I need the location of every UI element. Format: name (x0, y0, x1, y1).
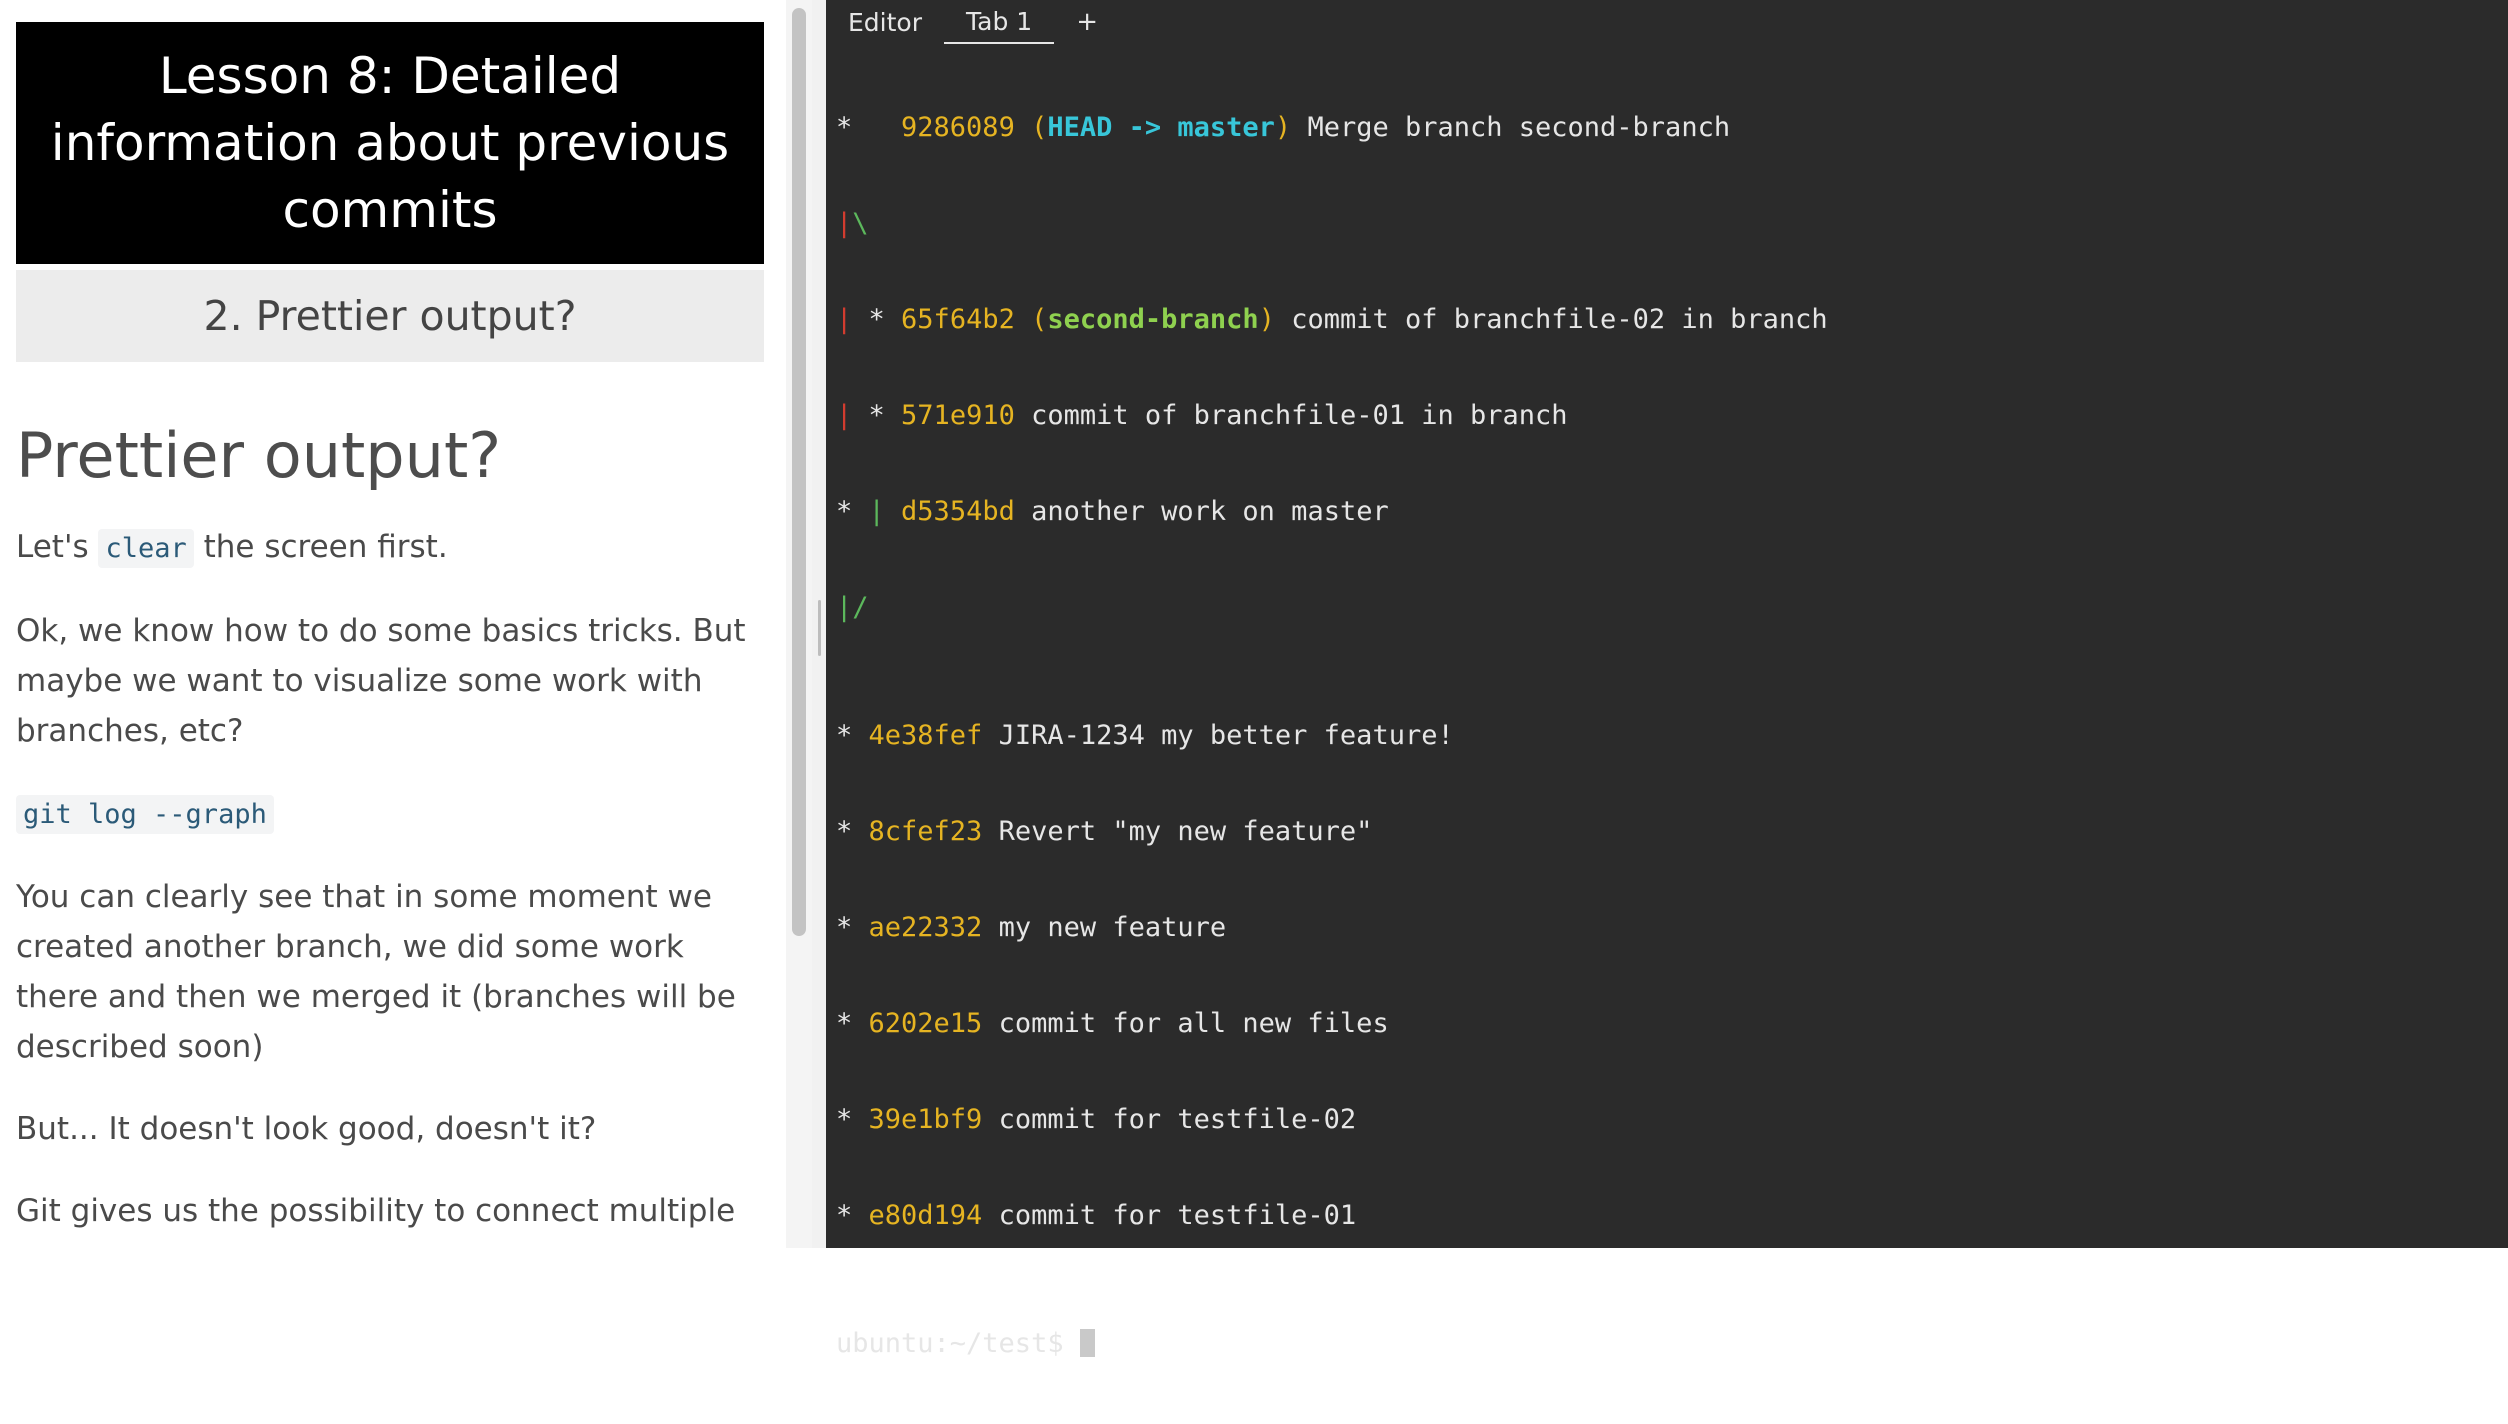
add-tab-button[interactable]: + (1054, 6, 1120, 44)
inline-code-clear[interactable]: clear (98, 529, 194, 568)
head-ref: HEAD -> master (1047, 112, 1275, 143)
graph-symbol: * (836, 912, 869, 943)
graph-symbol: * (836, 1200, 869, 1231)
lesson-content: Prettier output? Let's clear the screen … (16, 410, 768, 1248)
tab-terminal-1[interactable]: Tab 1 (944, 6, 1055, 44)
terminal-line: |/ (836, 592, 2498, 624)
commit-message: commit of branchfile-02 in branch (1274, 304, 1828, 335)
code-git-log-graph[interactable]: git log --graph (16, 795, 274, 834)
ref-close-paren: ) (1274, 112, 1292, 143)
commit-message: another work on master (1014, 496, 1389, 527)
graph-symbol: * (836, 1008, 869, 1039)
commit-message: my new feature (982, 912, 1227, 943)
commit-message: commit for testfile-02 (982, 1104, 1357, 1135)
graph-symbol: * (836, 816, 869, 847)
tab-editor[interactable]: Editor (826, 6, 944, 44)
graph-symbol: * (836, 496, 869, 527)
terminal-line: * | d5354bd another work on master (836, 496, 2498, 528)
lesson-scrollbar-thumb[interactable] (792, 8, 806, 936)
terminal-output[interactable]: * 9286089 (HEAD -> master) Merge branch … (836, 48, 2498, 1359)
graph-symbol: * (852, 400, 902, 431)
ref-close-paren: ) (1258, 304, 1275, 335)
commit-hash: ae22332 (868, 912, 983, 943)
branch-ref: second-branch (1047, 304, 1259, 335)
commit-hash: 6202e15 (868, 1008, 983, 1039)
ref-open-paren: ( (1014, 304, 1048, 335)
terminal-line: | * 571e910 commit of branchfile-01 in b… (836, 400, 2498, 432)
commit-message: JIRA-1234 my better feature! (982, 720, 1454, 751)
content-heading: Prettier output? (16, 419, 502, 492)
graph-space (885, 496, 901, 527)
terminal-line: * 6202e15 commit for all new files (836, 1008, 2498, 1040)
terminal-line: * e80d194 commit for testfile-01 (836, 1200, 2498, 1232)
code-block: git log --graph (16, 788, 768, 840)
divider-grip-icon[interactable] (818, 600, 821, 656)
paragraph-looks: But... It doesn't look good, doesn't it? (16, 1111, 597, 1147)
paragraph-visualize: Ok, we know how to do some basics tricks… (16, 613, 746, 749)
graph-symbol: | (836, 400, 853, 431)
terminal-line: |\ (836, 208, 2498, 240)
paragraph-clear-before: Let's (16, 529, 99, 565)
graph-symbol: | (836, 208, 853, 239)
terminal-line: * 9286089 (HEAD -> master) Merge branch … (836, 112, 2498, 144)
graph-symbol: * (836, 112, 902, 143)
commit-message: commit for testfile-01 (982, 1200, 1357, 1231)
commit-hash: 571e910 (901, 400, 1015, 431)
paragraph-git-gives: Git gives us the possibility to connect … (16, 1193, 736, 1229)
terminal-line: * 8cfef23 Revert "my new feature" (836, 816, 2498, 848)
cursor-icon (1079, 1329, 1095, 1357)
terminal-line: * 4e38fef JIRA-1234 my better feature! (836, 720, 2498, 752)
tab-bar: Editor Tab 1 + (826, 0, 2508, 44)
graph-symbol: \ (852, 208, 869, 239)
commit-message: commit of branchfile-01 in branch (1014, 400, 1568, 431)
commit-message: Revert "my new feature" (982, 816, 1373, 847)
commit-hash: 8cfef23 (868, 816, 983, 847)
commit-hash: d5354bd (901, 496, 1015, 527)
ref-open-paren: ( (1014, 112, 1048, 143)
terminal-area: Editor Tab 1 + * 9286089 (HEAD -> master… (826, 0, 2508, 1359)
commit-hash: e80d194 (868, 1200, 983, 1231)
commit-message: commit for all new files (982, 1008, 1389, 1039)
lesson-title: Lesson 8: Detailed information about pre… (16, 22, 764, 264)
commit-hash: 65f64b2 (901, 304, 1015, 335)
commit-hash: 39e1bf9 (868, 1104, 983, 1135)
graph-symbol: * (836, 1104, 869, 1135)
graph-symbol: | (836, 304, 853, 335)
step-title: 2. Prettier output? (16, 270, 764, 362)
graph-symbol: * (836, 720, 869, 751)
commit-hash: 4e38fef (868, 720, 983, 751)
graph-symbol: |/ (836, 592, 869, 623)
terminal-line: * ae22332 my new feature (836, 912, 2498, 944)
paragraph-explain: You can clearly see that in some moment … (16, 879, 736, 1065)
paragraph-clear: Let's clear the screen first. (16, 522, 768, 574)
shell-prompt: ubuntu:~/test$ (836, 1328, 1080, 1359)
lesson-panel: Lesson 8: Detailed information about pre… (0, 0, 786, 1248)
terminal-line: * 39e1bf9 commit for testfile-02 (836, 1104, 2498, 1136)
terminal-line: | * 65f64b2 (second-branch) commit of br… (836, 304, 2498, 336)
commit-message: Merge branch second-branch (1291, 112, 1731, 143)
graph-symbol: * (852, 304, 902, 335)
paragraph-clear-after: the screen first. (193, 529, 448, 565)
commit-hash: 9286089 (901, 112, 1015, 143)
terminal-prompt-line[interactable]: ubuntu:~/test$ (836, 1328, 2498, 1360)
graph-symbol: | (868, 496, 885, 527)
